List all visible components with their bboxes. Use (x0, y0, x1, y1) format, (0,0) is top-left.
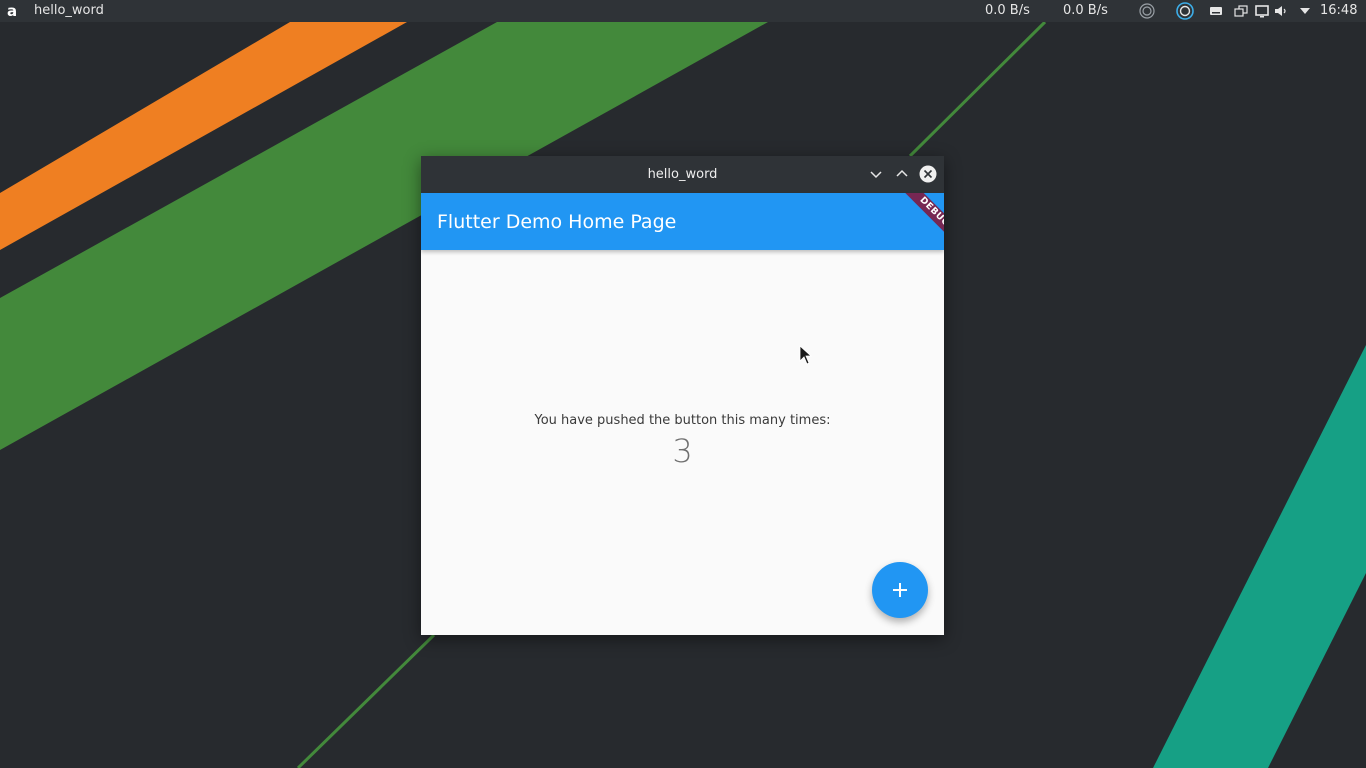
network-icon[interactable] (1176, 2, 1194, 20)
screen-icon[interactable] (1254, 3, 1270, 19)
keyboard-icon[interactable] (1208, 3, 1224, 19)
clock[interactable]: 16:48 (1320, 3, 1357, 19)
dropdown-arrow-icon[interactable] (1297, 3, 1313, 19)
app-bar: Flutter Demo Home Page DEBUG (421, 193, 944, 250)
maximize-button[interactable] (893, 165, 911, 183)
net-upload-speed: 0.0 B/s (1063, 3, 1108, 18)
circle-icon[interactable] (1139, 3, 1155, 19)
net-download-speed: 0.0 B/s (985, 3, 1030, 18)
counter-label: You have pushed the button this many tim… (534, 413, 831, 428)
chevron-down-icon (870, 171, 882, 179)
window-title: hello_word (647, 167, 718, 182)
app-window: hello_word Flutter Demo Home Page DEBUG … (421, 156, 944, 635)
counter-value: 3 (672, 432, 693, 470)
launcher-icon[interactable]: a (5, 3, 19, 19)
volume-icon[interactable] (1273, 3, 1289, 19)
mouse-cursor-icon (799, 345, 813, 365)
display-icon[interactable] (1233, 3, 1249, 19)
chevron-up-icon (896, 169, 908, 177)
increment-button[interactable] (872, 562, 928, 618)
app-body: You have pushed the button this many tim… (421, 250, 944, 635)
page-title: Flutter Demo Home Page (437, 211, 677, 233)
debug-banner: DEBUG (895, 193, 944, 250)
window-titlebar[interactable]: hello_word (421, 156, 944, 193)
top-panel: a hello_word 0.0 B/s 0.0 B/s 16:48 (0, 0, 1366, 22)
active-window-title[interactable]: hello_word (34, 3, 104, 19)
close-button[interactable] (919, 165, 937, 183)
minimize-button[interactable] (867, 165, 885, 183)
